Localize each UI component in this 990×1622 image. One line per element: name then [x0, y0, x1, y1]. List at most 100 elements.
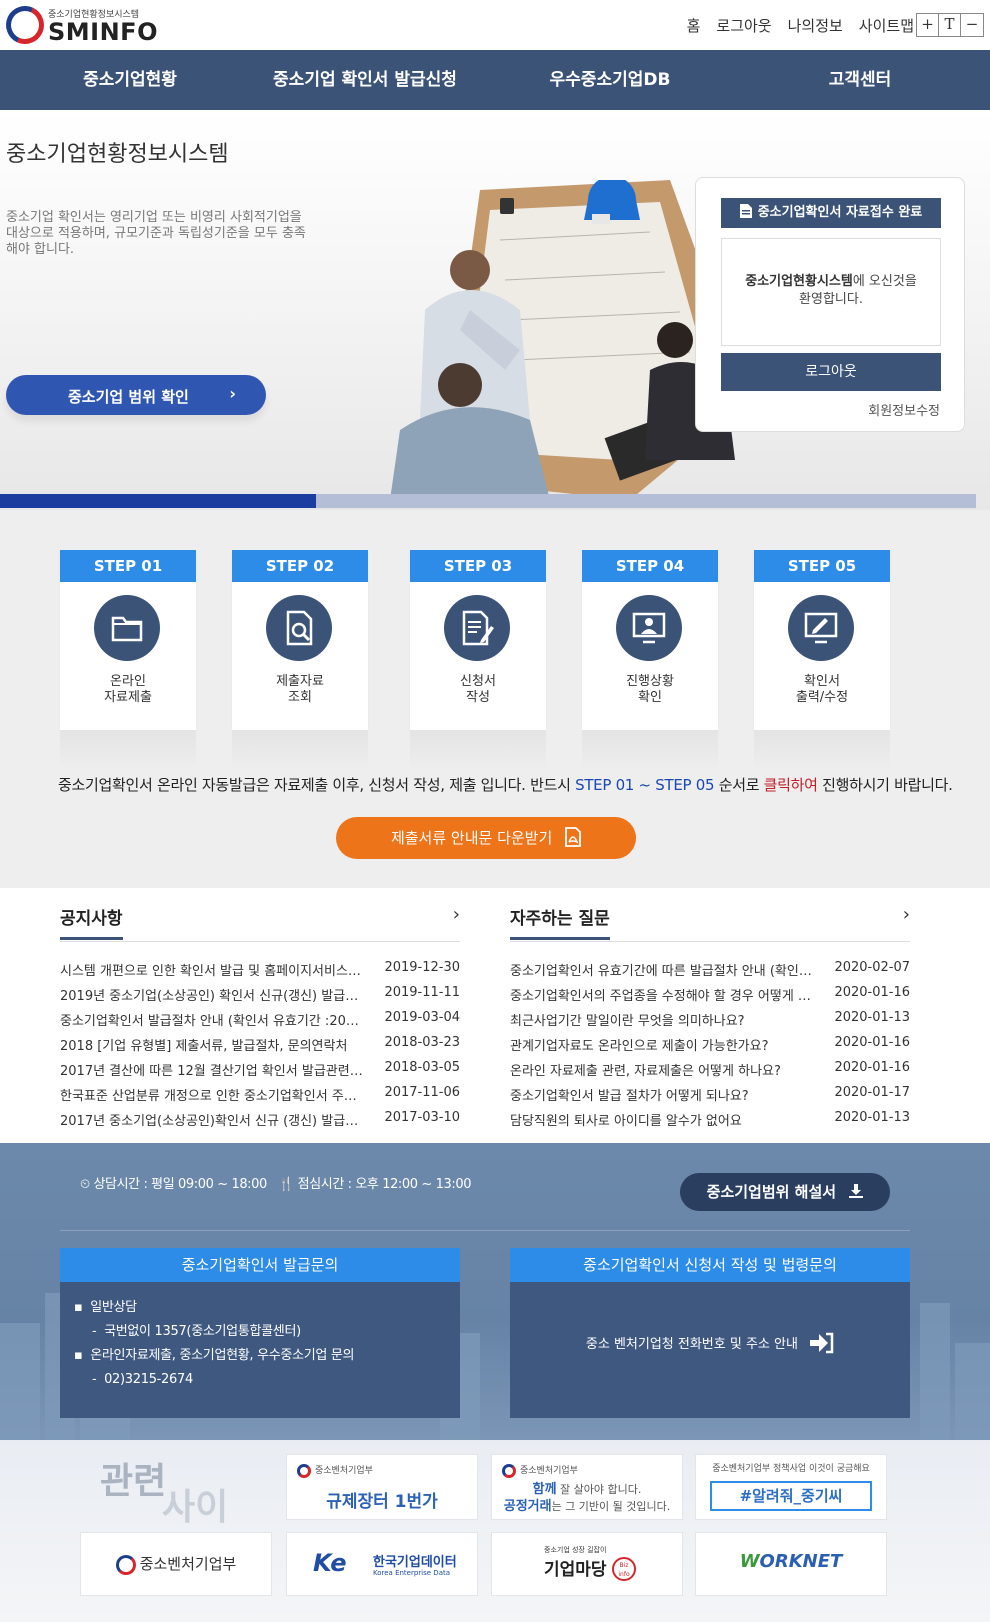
certificate-inquiry-box: 중소기업확인서 발급문의 ▪ 일반상담 - 국번없이 1357(중소기업통합콜센… — [60, 1248, 460, 1418]
certificate-inquiry-title: 중소기업확인서 발급문의 — [60, 1248, 460, 1282]
list-item[interactable]: 2019년 중소기업(소상공인) 확인서 신규(갱신) 발급절차 안내 2019-… — [60, 981, 460, 1006]
font-reset-button[interactable]: T — [939, 14, 961, 36]
monitor-user-icon — [616, 595, 682, 661]
step-instruction-text: 진행하시기 바랍니다. — [817, 776, 953, 794]
font-decrease-button[interactable]: − — [961, 14, 983, 36]
faq-item-date: 2020-01-16 — [834, 1035, 910, 1050]
ministry-sme-startups-banner[interactable]: 중소벤처기업부 — [80, 1532, 272, 1596]
step-tab: STEP 03 — [410, 550, 546, 582]
faq-item-title: 온라인 자료제출 관련, 자료제출은 어떻게 하나요? — [510, 1064, 781, 1079]
ministry-contact-label: 중소 벤처기업청 전화번호 및 주소 안내 — [585, 1337, 798, 1352]
faq-item-date: 2020-01-13 — [834, 1110, 910, 1125]
bizinfo-logo-icon: Biz info — [612, 1557, 636, 1581]
notice-board: 공지사항 › 시스템 개편으로 인한 확인서 발급 및 홈페이지서비스 일시 중… — [60, 904, 460, 1131]
fair-trade-text-b: 는 그 기반이 될 것입니다. — [551, 1500, 671, 1513]
list-item[interactable]: 담당직원의 퇴사로 아이디를 알수가 없어요 2020-01-13 — [510, 1106, 910, 1131]
sme-range-check-button[interactable]: 중소기업 범위 확인 › — [6, 375, 266, 415]
step-01-card[interactable]: STEP 01 온라인 자료제출 — [60, 550, 196, 770]
nav-customer-center[interactable]: 고객센터 — [800, 50, 920, 110]
list-item[interactable]: 중소기업확인서 발급 절차가 어떻게 되나요? 2020-01-17 — [510, 1081, 910, 1106]
faq-item-title: 최근사업기간 말일이란 무엇을 의미하나요? — [510, 1014, 745, 1029]
list-item[interactable]: 중소기업확인서 유효기간에 따른 발급절차 안내 (확인서 유효기간) 2020-… — [510, 956, 910, 981]
bizinfo-banner[interactable]: 중소기업 성장 길잡이 기업마당 Biz info — [491, 1532, 683, 1596]
nav-sme-status[interactable]: 중소기업현황 — [60, 50, 200, 110]
ked-english-name: Korea Enterprise Data — [373, 1569, 451, 1577]
submission-complete-header: 중소기업확인서 자료접수 완료 — [721, 198, 941, 228]
step-tab: STEP 01 — [60, 550, 196, 582]
list-item[interactable]: 2018 [기업 유형별] 제출서류, 발급절차, 문의연락처 2018-03-2… — [60, 1031, 460, 1056]
logout-button[interactable]: 로그아웃 — [721, 353, 941, 391]
faq-more-chevron-icon[interactable]: › — [903, 904, 910, 925]
ask-sme-banner[interactable]: 중소벤처기업부 정책사업 이것이 궁금해요 #알려줘_중기씨 — [695, 1454, 887, 1520]
notice-item-title: 2017년 결산에 따른 12월 결산기업 확인서 발급관련 안내 — [60, 1064, 365, 1079]
notice-item-date: 2018-03-05 — [384, 1060, 460, 1075]
related-sites-section: 관련 사이트 중소벤처기업부 규제장터 1번가 중소벤처기업부 함께 잘 살아야… — [0, 1440, 990, 1622]
list-item[interactable]: 시스템 개편으로 인한 확인서 발급 및 홈페이지서비스 일시 중지 안내 201… — [60, 956, 460, 981]
faq-list: 중소기업확인서 유효기간에 따른 발급절차 안내 (확인서 유효기간) 2020-… — [510, 956, 910, 1131]
fair-trade-highlight-b: 공정거래 — [503, 1499, 552, 1514]
fair-trade-highlight-a: 함께 — [532, 1482, 557, 1497]
step-03-card[interactable]: STEP 03 신청서 작성 — [410, 550, 546, 770]
notice-item-title: 중소기업확인서 발급절차 안내 (확인서 유효기간 :2019.04.01~20… — [60, 1014, 365, 1029]
step-tab: STEP 02 — [232, 550, 368, 582]
list-item[interactable]: 한국표준 산업분류 개정으로 인한 중소기업확인서 주된 업종 변경 안내 201… — [60, 1081, 460, 1106]
notice-more-chevron-icon[interactable]: › — [453, 904, 460, 925]
logo-title: SMINFO — [48, 18, 158, 46]
step-tab: STEP 04 — [582, 550, 718, 582]
inquiry-contact-list: ▪ 일반상담 - 국번없이 1357(중소기업통합콜센터) ▪ 온라인자료제출,… — [60, 1282, 460, 1392]
ministry-name: 중소벤처기업부 — [139, 1555, 237, 1573]
ked-logo-icon: Ke — [313, 1549, 347, 1577]
ask-sme-caption: 중소벤처기업부 정책사업 이것이 궁금해요 — [712, 1464, 870, 1474]
worknet-banner[interactable]: WORKNET — [695, 1532, 887, 1596]
welcome-text: 에 오신것을 — [852, 274, 917, 289]
logout-link[interactable]: 로그아웃 — [716, 15, 771, 36]
list-item[interactable]: 최근사업기간 말일이란 무엇을 의미하나요? 2020-01-13 — [510, 1006, 910, 1031]
font-size-controls: + T − — [916, 13, 984, 37]
home-link[interactable]: 홈 — [687, 15, 701, 36]
step-label: 신청서 작성 — [460, 674, 496, 705]
ministry-contact-link[interactable]: 중소 벤처기업청 전화번호 및 주소 안내 — [510, 1332, 910, 1354]
welcome-text-line2: 환영합니다. — [799, 292, 863, 307]
nav-excellent-sme-db[interactable]: 우수중소기업DB — [540, 50, 680, 110]
application-inquiry-title: 중소기업확인서 신청서 작성 및 법령문의 — [510, 1248, 910, 1282]
regulation-market-label: 규제장터 1번가 — [326, 1492, 438, 1512]
application-inquiry-box: 중소기업확인서 신청서 작성 및 법령문의 중소 벤처기업청 전화번호 및 주소… — [510, 1248, 910, 1418]
document-search-icon — [266, 595, 332, 661]
my-info-link[interactable]: 나의정보 — [788, 15, 843, 36]
sme-range-guide-download-button[interactable]: 중소기업범위 해설서 — [680, 1173, 890, 1211]
download-icon — [849, 1184, 864, 1198]
fair-trade-banner[interactable]: 중소벤처기업부 함께 잘 살아야 합니다. 공정거래는 그 기반이 될 것입니다… — [491, 1454, 683, 1520]
notice-item-date: 2017-03-10 — [384, 1110, 460, 1125]
list-item: ▪ 온라인자료제출, 중소기업현황, 우수중소기업 문의 — [74, 1348, 355, 1363]
welcome-system-name: 중소기업현황시스템 — [745, 274, 853, 289]
inquiry-item-text: 온라인자료제출, 중소기업현황, 우수중소기업 문의 — [90, 1348, 355, 1363]
bizinfo-name: 기업마당 — [544, 1560, 607, 1580]
faq-item-date: 2020-01-17 — [834, 1085, 910, 1100]
step-05-card[interactable]: STEP 05 확인서 출력/수정 — [754, 550, 890, 770]
notice-header: 공지사항 › — [60, 904, 460, 942]
click-highlight: 클릭하여 — [763, 776, 818, 794]
regulation-market-banner[interactable]: 중소벤처기업부 규제장터 1번가 — [286, 1454, 478, 1520]
sitemap-link[interactable]: 사이트맵 — [859, 15, 914, 36]
list-item[interactable]: 관계기업자료도 온라인으로 제출이 가능한가요? 2020-01-16 — [510, 1031, 910, 1056]
list-item[interactable]: 온라인 자료제출 관련, 자료제출은 어떻게 하나요? 2020-01-16 — [510, 1056, 910, 1081]
step-label: 진행상황 확인 — [626, 674, 674, 705]
step-instruction-text: 중소기업확인서 온라인 자동발급은 자료제출 이후, 신청서 작성, 제출 입니… — [58, 776, 576, 794]
sminfo-logo[interactable]: 중소기업현황정보시스템 SMINFO — [0, 0, 158, 50]
list-item[interactable]: 2017년 결산에 따른 12월 결산기업 확인서 발급관련 안내 2018-03… — [60, 1056, 460, 1081]
step-02-card[interactable]: STEP 02 제출자료 조회 — [232, 550, 368, 770]
font-increase-button[interactable]: + — [917, 14, 939, 36]
list-item[interactable]: 2017년 중소기업(소상공인)확인서 신규 (갱신) 발급절차 안내 2017-… — [60, 1106, 460, 1131]
korea-enterprise-data-banner[interactable]: Ke 한국기업데이터 Korea Enterprise Data — [286, 1532, 478, 1596]
list-item[interactable]: 중소기업확인서 발급절차 안내 (확인서 유효기간 :2019.04.01~20… — [60, 1006, 460, 1031]
hero-description: 중소기업 확인서는 영리기업 또는 비영리 사회적기업을 대상으로 적용하며, … — [6, 210, 306, 257]
welcome-message: 중소기업현황시스템에 오신것을 환영합니다. — [721, 238, 941, 346]
download-guide-button[interactable]: 제출서류 안내문 다운받기 — [336, 817, 636, 859]
list-item[interactable]: 중소기업확인서의 주업종을 수정해야 할 경우 어떻게 해야 하나요? 2020-… — [510, 981, 910, 1006]
step-04-card[interactable]: STEP 04 진행상황 확인 — [582, 550, 718, 770]
edit-member-info-link[interactable]: 회원정보수정 — [868, 400, 940, 419]
worknet-name: ORKNET — [759, 1551, 843, 1572]
nav-certificate-apply[interactable]: 중소기업 확인서 발급신청 — [265, 50, 465, 110]
notice-item-title: 2017년 중소기업(소상공인)확인서 신규 (갱신) 발급절차 안내 — [60, 1114, 365, 1129]
notice-item-date: 2019-11-11 — [384, 985, 460, 1000]
